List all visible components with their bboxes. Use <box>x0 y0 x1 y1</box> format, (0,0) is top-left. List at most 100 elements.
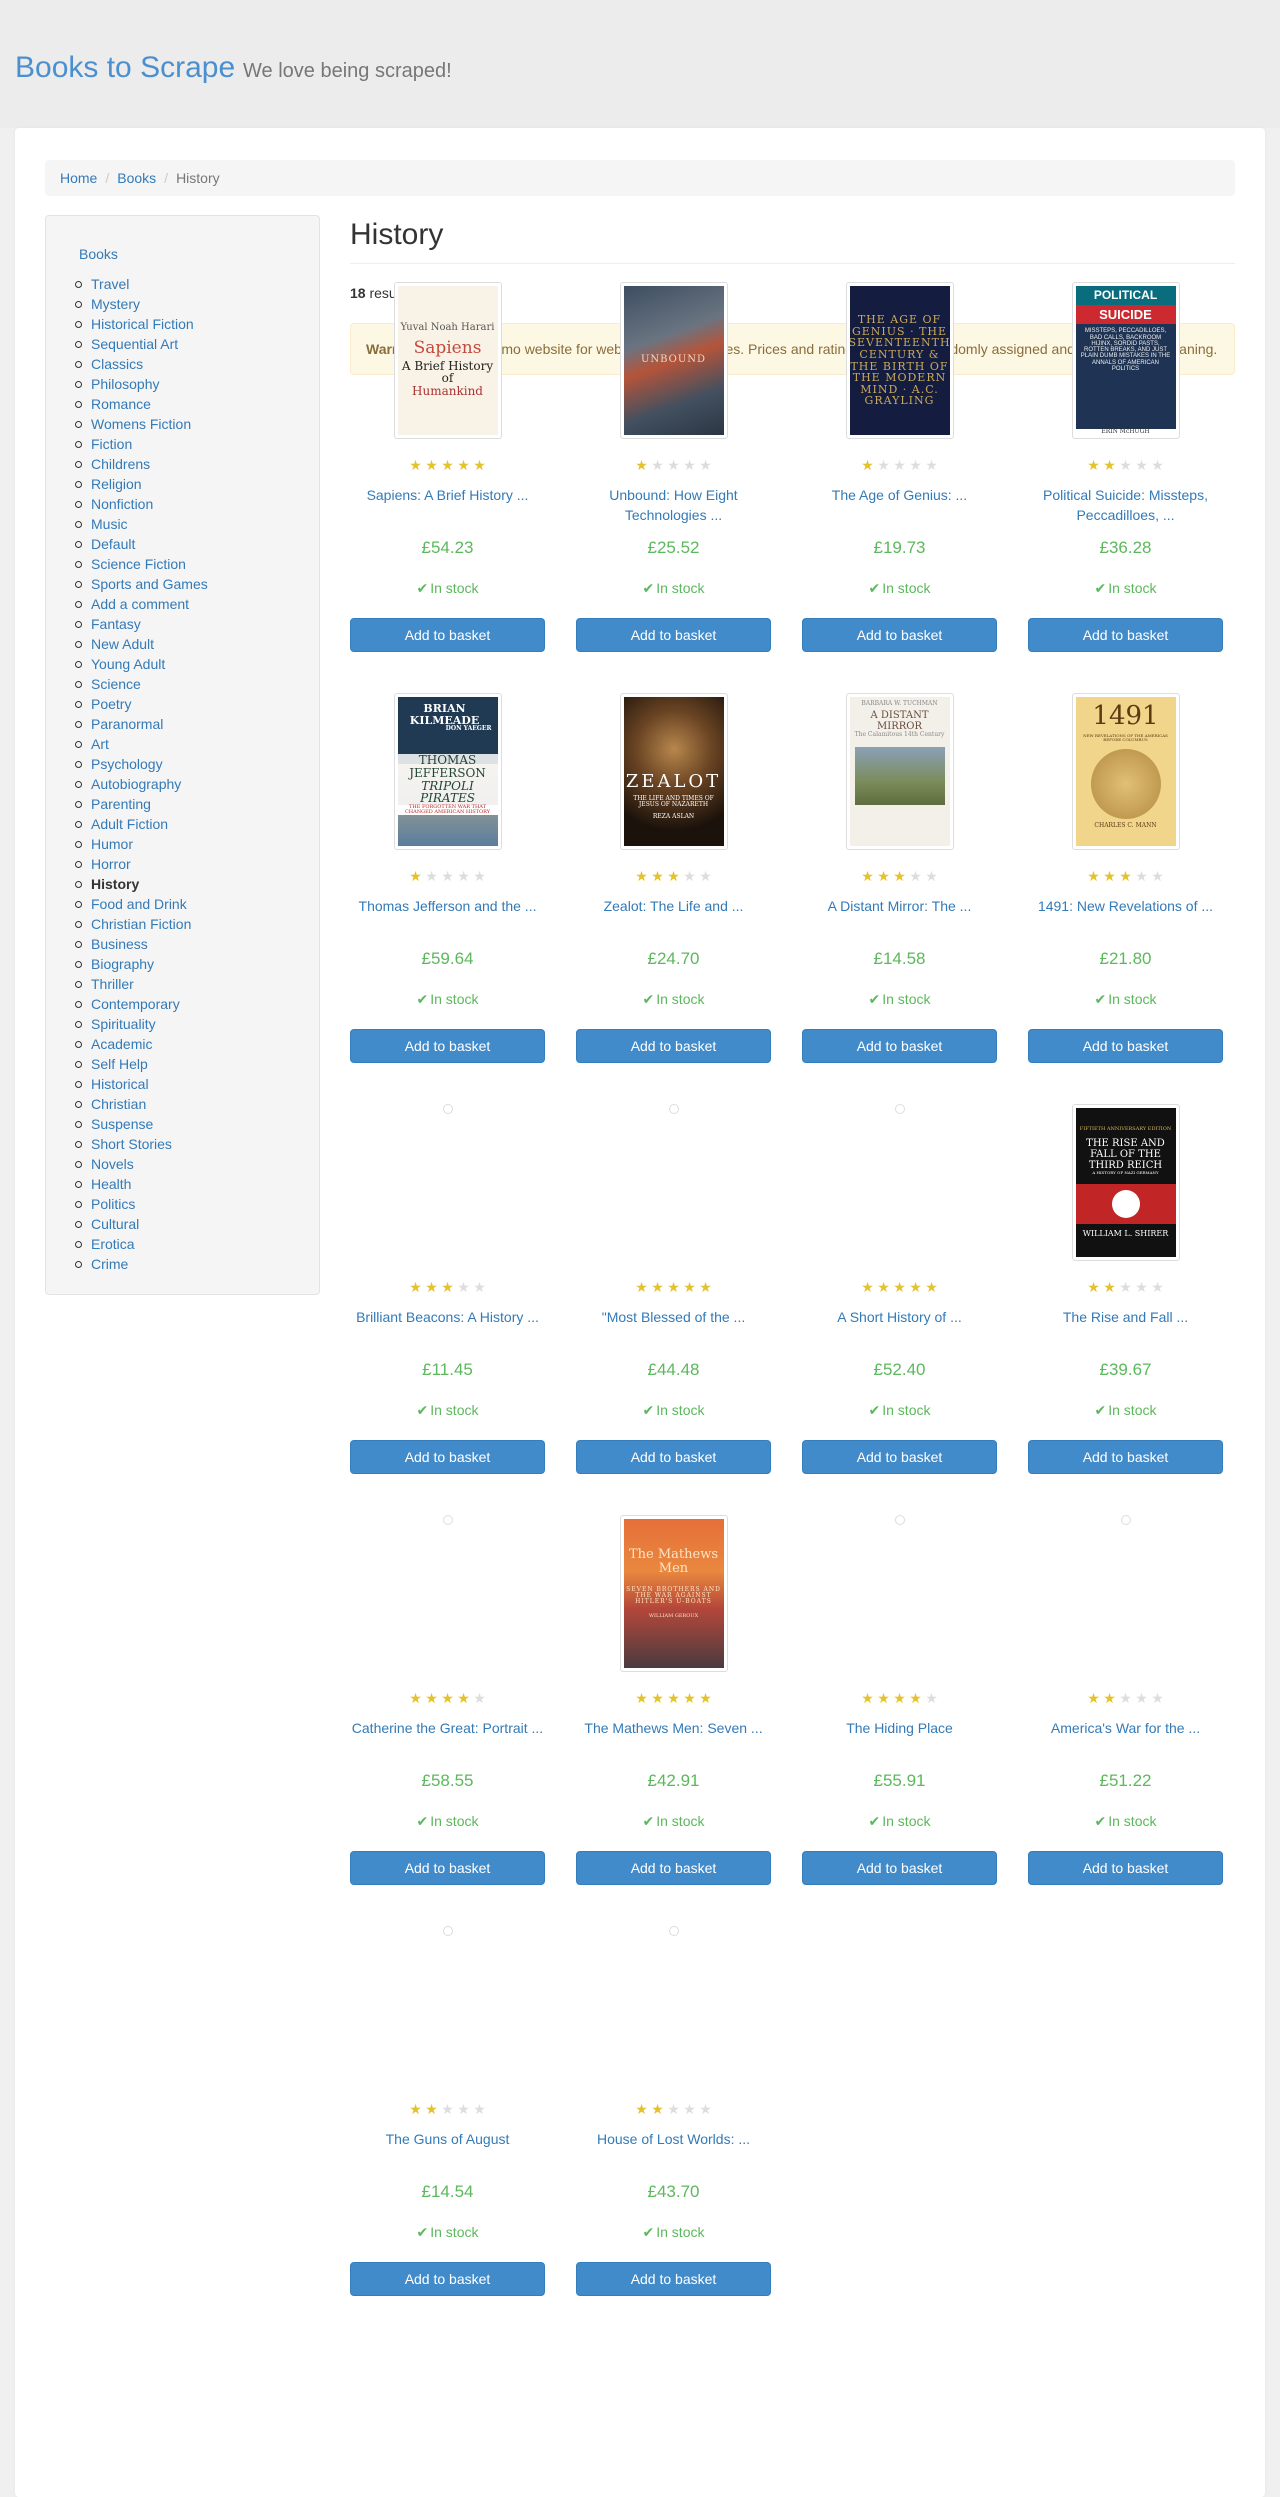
sidebar-item-erotica[interactable]: Erotica <box>75 1234 208 1254</box>
sidebar-item-label[interactable]: Academic <box>91 1036 152 1052</box>
add-to-basket-button[interactable]: Add to basket <box>802 1029 997 1063</box>
sidebar-item-label[interactable]: Poetry <box>91 696 131 712</box>
sidebar-item-label[interactable]: Nonfiction <box>91 496 153 512</box>
sidebar-item-label[interactable]: Historical Fiction <box>91 316 194 332</box>
product-thumbnail-link[interactable]: THE AGE OF GENIUS · THE SEVENTEENTH CENT… <box>802 282 997 442</box>
product-thumbnail-link[interactable] <box>350 1926 545 2086</box>
sidebar-item-label[interactable]: Art <box>91 736 109 752</box>
product-thumbnail-link[interactable]: 1491 NEW REVELATIONS OF THE AMERICAS BEFO… <box>1028 693 1223 853</box>
sidebar-item-mystery[interactable]: Mystery <box>75 294 208 314</box>
sidebar-item-label[interactable]: Psychology <box>91 756 163 772</box>
sidebar-item-spirituality[interactable]: Spirituality <box>75 1014 208 1034</box>
product-thumbnail-link[interactable] <box>802 1515 997 1675</box>
sidebar-item-label[interactable]: Contemporary <box>91 996 180 1012</box>
sidebar-item-label[interactable]: Paranormal <box>91 716 163 732</box>
add-to-basket-button[interactable]: Add to basket <box>1028 618 1223 652</box>
add-to-basket-button[interactable]: Add to basket <box>1028 1851 1223 1885</box>
broken-image-icon[interactable] <box>894 1515 905 1525</box>
sidebar-item-paranormal[interactable]: Paranormal <box>75 714 208 734</box>
product-thumbnail[interactable]: BRIAN KILMEADE DON YAEGER THOMAS JEFFERSON… <box>393 693 502 850</box>
sidebar-item-womens-fiction[interactable]: Womens Fiction <box>75 414 208 434</box>
product-thumbnail-link[interactable] <box>576 1926 771 2086</box>
sidebar-item-label[interactable]: Classics <box>91 356 143 372</box>
sidebar-item-christian[interactable]: Christian <box>75 1094 208 1114</box>
sidebar-item-label[interactable]: Romance <box>91 396 151 412</box>
product-thumbnail-link[interactable]: ZEALOT THE LIFE AND TIMES OF JESUS OF NAZ… <box>576 693 771 853</box>
sidebar-item-self-help[interactable]: Self Help <box>75 1054 208 1074</box>
product-thumbnail-link[interactable]: BARBARA W. TUCHMAN A DISTANT MIRROR The Ca… <box>802 693 997 853</box>
sidebar-item-label[interactable]: Science <box>91 676 141 692</box>
sidebar-item-label[interactable]: Short Stories <box>91 1136 172 1152</box>
sidebar-item-label[interactable]: Food and Drink <box>91 896 187 912</box>
product-thumbnail[interactable]: ZEALOT THE LIFE AND TIMES OF JESUS OF NAZ… <box>619 693 728 850</box>
sidebar-item-label[interactable]: Sports and Games <box>91 576 208 592</box>
product-thumbnail-link[interactable]: The Mathews Men SEVEN BROTHERS AND THE WA… <box>576 1515 771 1675</box>
product-thumbnail[interactable]: POLITICAL SUICIDE MISSTEPS, PECCADILLOES, … <box>1071 282 1180 439</box>
sidebar-item-parenting[interactable]: Parenting <box>75 794 208 814</box>
add-to-basket-button[interactable]: Add to basket <box>576 2262 771 2296</box>
sidebar-item-food-and-drink[interactable]: Food and Drink <box>75 894 208 914</box>
sidebar-item-autobiography[interactable]: Autobiography <box>75 774 208 794</box>
sidebar-item-humor[interactable]: Humor <box>75 834 208 854</box>
product-thumbnail-link[interactable]: Yuval Noah Harari Sapiens A Brief History … <box>350 282 545 442</box>
product-title-link[interactable]: House of Lost Worlds: ... <box>576 2129 771 2169</box>
sidebar-item-classics[interactable]: Classics <box>75 354 208 374</box>
product-title-link[interactable]: "Most Blessed of the ... <box>576 1307 771 1347</box>
sidebar-item-sequential-art[interactable]: Sequential Art <box>75 334 208 354</box>
sidebar-item-contemporary[interactable]: Contemporary <box>75 994 208 1014</box>
broken-image-icon[interactable] <box>442 1515 453 1525</box>
product-thumbnail-link[interactable] <box>576 1104 771 1264</box>
sidebar-item-label[interactable]: Mystery <box>91 296 140 312</box>
product-title-link[interactable]: Brilliant Beacons: A History ... <box>350 1307 545 1347</box>
broken-image-icon[interactable] <box>894 1104 905 1114</box>
product-title-link[interactable]: The Rise and Fall ... <box>1028 1307 1223 1347</box>
sidebar-item-business[interactable]: Business <box>75 934 208 954</box>
sidebar-item-childrens[interactable]: Childrens <box>75 454 208 474</box>
add-to-basket-button[interactable]: Add to basket <box>350 1851 545 1885</box>
sidebar-item-romance[interactable]: Romance <box>75 394 208 414</box>
sidebar-root-books[interactable]: Books <box>79 246 118 262</box>
sidebar-item-science-fiction[interactable]: Science Fiction <box>75 554 208 574</box>
sidebar-item-label[interactable]: Cultural <box>91 1216 139 1232</box>
sidebar-item-label[interactable]: Erotica <box>91 1236 135 1252</box>
sidebar-item-label[interactable]: Parenting <box>91 796 151 812</box>
product-title-link[interactable]: The Guns of August <box>350 2129 545 2169</box>
product-title-link[interactable]: A Short History of ... <box>802 1307 997 1347</box>
sidebar-item-label[interactable]: Autobiography <box>91 776 181 792</box>
product-title-link[interactable]: America's War for the ... <box>1028 1718 1223 1758</box>
product-thumbnail-link[interactable]: FIFTIETH ANNIVERSARY EDITION THE RISE AND… <box>1028 1104 1223 1264</box>
sidebar-item-label[interactable]: Humor <box>91 836 133 852</box>
sidebar-item-label[interactable]: Adult Fiction <box>91 816 168 832</box>
sidebar-item-add-a-comment[interactable]: Add a comment <box>75 594 208 614</box>
sidebar-item-label[interactable]: Health <box>91 1176 131 1192</box>
product-thumbnail-link[interactable]: UNBOUND <box>576 282 771 442</box>
product-title-link[interactable]: The Hiding Place <box>802 1718 997 1758</box>
sidebar-item-label[interactable]: Self Help <box>91 1056 148 1072</box>
add-to-basket-button[interactable]: Add to basket <box>576 1851 771 1885</box>
sidebar-item-label[interactable]: Christian Fiction <box>91 916 191 932</box>
sidebar-item-label[interactable]: Science Fiction <box>91 556 186 572</box>
sidebar-item-label[interactable]: Womens Fiction <box>91 416 191 432</box>
sidebar-item-historical-fiction[interactable]: Historical Fiction <box>75 314 208 334</box>
sidebar-item-label[interactable]: Philosophy <box>91 376 160 392</box>
breadcrumb-books[interactable]: Books <box>117 170 156 186</box>
sidebar-item-label[interactable]: Young Adult <box>91 656 165 672</box>
sidebar-item-label[interactable]: Crime <box>91 1256 128 1272</box>
product-title-link[interactable]: Political Suicide: Missteps, Peccadilloe… <box>1028 485 1223 525</box>
sidebar-item-cultural[interactable]: Cultural <box>75 1214 208 1234</box>
product-title-link[interactable]: The Age of Genius: ... <box>802 485 997 525</box>
add-to-basket-button[interactable]: Add to basket <box>1028 1440 1223 1474</box>
sidebar-item-art[interactable]: Art <box>75 734 208 754</box>
sidebar-item-novels[interactable]: Novels <box>75 1154 208 1174</box>
sidebar-item-adult-fiction[interactable]: Adult Fiction <box>75 814 208 834</box>
sidebar-item-crime[interactable]: Crime <box>75 1254 208 1274</box>
sidebar-item-travel[interactable]: Travel <box>75 274 208 294</box>
sidebar-item-label[interactable]: Thriller <box>91 976 134 992</box>
product-thumbnail-link[interactable] <box>1028 1515 1223 1675</box>
sidebar-item-academic[interactable]: Academic <box>75 1034 208 1054</box>
product-thumbnail[interactable]: Yuval Noah Harari Sapiens A Brief History … <box>393 282 502 439</box>
product-thumbnail[interactable]: The Mathews Men SEVEN BROTHERS AND THE WA… <box>619 1515 728 1672</box>
sidebar-item-history[interactable]: History <box>75 874 208 894</box>
product-title-link[interactable]: Thomas Jefferson and the ... <box>350 896 545 936</box>
sidebar-item-label[interactable]: Fiction <box>91 436 132 452</box>
